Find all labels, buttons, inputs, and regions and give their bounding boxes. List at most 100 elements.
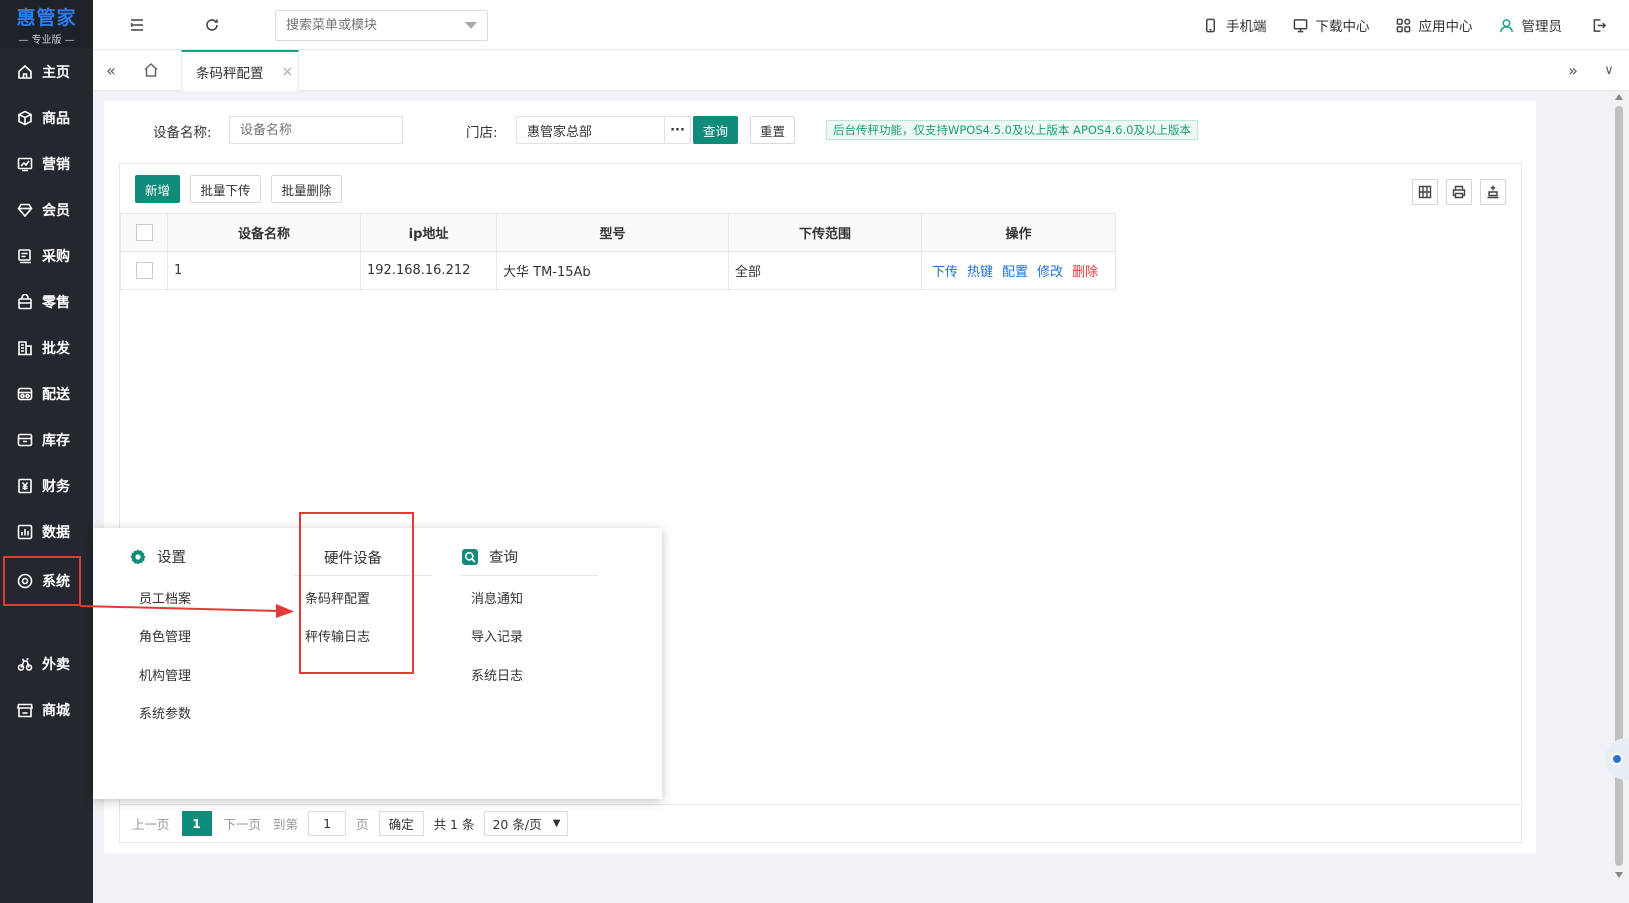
- select-all-checkbox[interactable]: [135, 224, 153, 241]
- hotkey-link[interactable]: 热键: [967, 265, 993, 280]
- menu-search[interactable]: [275, 10, 488, 41]
- sidebar-item-system[interactable]: 系统: [3, 556, 81, 606]
- home-tab-icon[interactable]: [133, 50, 169, 90]
- config-link[interactable]: 配置: [1002, 265, 1028, 280]
- top-bar: 手机端 下载中心 应用中心 管理员: [93, 0, 1629, 50]
- search-icon: [462, 548, 478, 565]
- menu-item-role[interactable]: 角色管理: [139, 626, 191, 645]
- prev-page-button[interactable]: 上一页: [132, 814, 170, 833]
- store-select[interactable]: 惠管家总部: [516, 116, 665, 144]
- next-page-button[interactable]: 下一页: [224, 814, 262, 833]
- sidebar-item-label: 数据: [42, 525, 70, 541]
- sidebar-item-retail[interactable]: 零售: [0, 280, 93, 324]
- yen-icon: [16, 477, 34, 495]
- current-page[interactable]: 1: [181, 811, 212, 836]
- sidebar-item-member[interactable]: 会员: [0, 188, 93, 232]
- reset-button[interactable]: 重置: [750, 116, 795, 144]
- columns-icon[interactable]: [1412, 179, 1438, 205]
- sidebar-item-inventory[interactable]: 库存: [0, 418, 93, 462]
- device-name-label: 设备名称:: [153, 125, 212, 141]
- sidebar-item-delivery[interactable]: 配送: [0, 372, 93, 416]
- refresh-icon[interactable]: [202, 15, 222, 35]
- goto-confirm-button[interactable]: 确定: [378, 811, 424, 836]
- add-button[interactable]: 新增: [135, 175, 180, 203]
- upload-link[interactable]: 下传: [932, 265, 958, 280]
- close-icon[interactable]: ×: [282, 64, 294, 80]
- menu-search-input[interactable]: [286, 18, 446, 33]
- menu-item-notifications[interactable]: 消息通知: [471, 588, 523, 607]
- table-header-row: 设备名称 ip地址 型号 下传范围 操作: [120, 213, 1116, 252]
- app-center-label: 应用中心: [1418, 19, 1473, 35]
- page-size-select[interactable]: 20 条/页 ▼: [484, 811, 569, 836]
- sidebar-item-label: 零售: [42, 295, 70, 311]
- cell-actions: 下传 热键 配置 修改 删除: [921, 251, 1116, 290]
- page-number-input[interactable]: [308, 811, 347, 836]
- menu-item-params[interactable]: 系统参数: [139, 703, 191, 722]
- tabs-scroll-left-icon[interactable]: «: [93, 50, 129, 90]
- sidebar-item-label: 库存: [42, 433, 70, 449]
- sidebar-item-takeout[interactable]: 外卖: [0, 642, 93, 686]
- help-dot-icon: [1611, 753, 1623, 765]
- user-menu[interactable]: 管理员: [1499, 15, 1562, 35]
- batch-upload-button[interactable]: 批量下传: [190, 175, 261, 203]
- mobile-link-label: 手机端: [1226, 19, 1267, 35]
- app-center-link[interactable]: 应用中心: [1396, 15, 1473, 35]
- tabs-more-chevron-down-icon[interactable]: ∨: [1591, 50, 1627, 90]
- mobile-link[interactable]: 手机端: [1203, 15, 1267, 35]
- delete-link[interactable]: 删除: [1072, 265, 1098, 280]
- system-menu-dropdown: 设置 员工档案 角色管理 机构管理 系统参数 硬件设备 条码秤配置 秤传输日志 …: [93, 512, 662, 799]
- sidebar-item-mall[interactable]: 商城: [0, 688, 93, 732]
- sidebar-item-label: 商城: [42, 703, 70, 719]
- sidebar-item-data[interactable]: 数据: [0, 510, 93, 554]
- sidebar-item-label: 营销: [42, 157, 70, 173]
- scroll-up-icon[interactable]: [1615, 94, 1623, 100]
- settings-title-text: 设置: [157, 550, 186, 566]
- floating-help-widget[interactable]: [1605, 738, 1629, 780]
- sidebar-item-finance[interactable]: 财务: [0, 464, 93, 508]
- sidebar-item-purchase[interactable]: 采购: [0, 234, 93, 278]
- download-center-link[interactable]: 下载中心: [1293, 15, 1370, 35]
- col-device-name: 设备名称: [167, 213, 361, 252]
- tab-barcode-scale-config[interactable]: 条码秤配置 ×: [181, 50, 299, 91]
- print-icon[interactable]: [1446, 179, 1472, 205]
- monitor-icon: [1293, 18, 1307, 32]
- bag-icon: [16, 293, 34, 311]
- page-unit-label: 页: [356, 817, 369, 832]
- device-name-input[interactable]: [229, 116, 403, 144]
- query-button[interactable]: 查询: [693, 116, 738, 144]
- store-label: 门店:: [466, 125, 498, 141]
- sidebar-item-marketing[interactable]: 营销: [0, 142, 93, 186]
- menu-toggle-icon[interactable]: [127, 15, 147, 35]
- chevron-down-icon[interactable]: [465, 22, 477, 29]
- tabs-scroll-right-icon[interactable]: »: [1555, 50, 1591, 90]
- tab-label: 条码秤配置: [196, 65, 264, 82]
- pagination: 上一页 1 下一页 到第 页 确定 共 1 条 20 条/页 ▼: [120, 804, 1521, 842]
- sidebar-item-goods[interactable]: 商品: [0, 96, 93, 140]
- delivery-icon: [16, 655, 34, 673]
- menu-item-import-records[interactable]: 导入记录: [471, 626, 523, 645]
- col-ip: ip地址: [360, 213, 497, 252]
- sidebar-item-label: 商品: [42, 111, 70, 127]
- menu-item-org[interactable]: 机构管理: [139, 665, 191, 684]
- truck-icon: [16, 385, 34, 403]
- top-links: 手机端 下载中心 应用中心 管理员: [1177, 0, 1629, 50]
- phone-icon: [1206, 18, 1215, 32]
- scroll-down-icon[interactable]: [1615, 872, 1623, 878]
- sidebar-item-home[interactable]: 主页: [0, 50, 93, 94]
- row-checkbox[interactable]: [135, 262, 153, 279]
- batch-delete-button[interactable]: 批量删除: [271, 175, 342, 203]
- total-count: 共 1 条: [433, 817, 475, 832]
- sidebar-item-wholesale[interactable]: 批发: [0, 326, 93, 370]
- store-picker-button[interactable]: ···: [664, 116, 691, 144]
- bar-chart-icon: [16, 523, 34, 541]
- sidebar-item-label: 财务: [42, 479, 70, 495]
- box-icon: [16, 109, 34, 127]
- settings-icon: [16, 572, 34, 590]
- chart-icon: [16, 155, 34, 173]
- logout-button[interactable]: [1592, 18, 1615, 33]
- menu-item-system-log[interactable]: 系统日志: [471, 665, 523, 684]
- sidebar-item-label: 配送: [42, 387, 70, 403]
- edit-link[interactable]: 修改: [1037, 265, 1063, 280]
- sidebar-item-label: 采购: [42, 249, 70, 265]
- export-icon[interactable]: [1480, 179, 1506, 205]
